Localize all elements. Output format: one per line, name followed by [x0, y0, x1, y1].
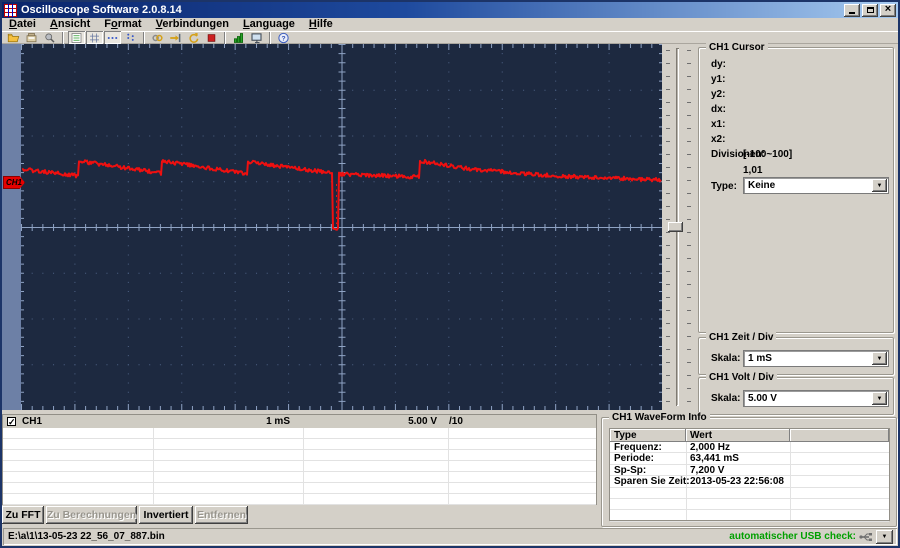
channel-table-empty-row[interactable] [3, 428, 596, 439]
slider-ticks-right [687, 50, 691, 404]
time-div-select[interactable]: 1 mS ▼ [743, 350, 889, 367]
legend-toggle-icon[interactable] [68, 31, 85, 44]
svg-text:?: ? [281, 35, 285, 42]
menu-hilfe[interactable]: Hilfe [302, 18, 340, 31]
connect-icon[interactable] [167, 31, 184, 44]
toolbar-separator [269, 31, 271, 44]
toolbar-separator [143, 31, 145, 44]
x2-label: x2: [711, 134, 726, 145]
usb-check-label: automatischer USB check: [729, 531, 856, 542]
menu-ansicht[interactable]: Ansicht [43, 18, 97, 31]
info-row[interactable] [610, 510, 889, 522]
maximize-icon[interactable] [862, 3, 878, 17]
info-row[interactable] [610, 488, 889, 499]
y2-label: y2: [711, 89, 726, 100]
info-row[interactable] [610, 499, 889, 511]
toolbar-separator [224, 31, 226, 44]
divisions-value: 1,01 [743, 165, 763, 176]
channel-checkbox[interactable]: ✓ [7, 417, 16, 427]
settings-icon[interactable] [41, 31, 58, 44]
entfernen-button[interactable]: Entfernen [195, 506, 248, 524]
skala-label: Skala: [711, 393, 741, 404]
dx-label: dx: [711, 104, 726, 115]
stop-icon[interactable] [203, 31, 220, 44]
channel-table-empty-row[interactable] [3, 439, 596, 450]
usb-check-dropdown[interactable]: ▼ [876, 529, 893, 544]
menu-verbindungen[interactable]: Verbindungen [149, 18, 236, 31]
channel-probe: /10 [449, 416, 463, 427]
group-title: CH1 Zeit / Div [706, 332, 777, 343]
channel-name: CH1 [22, 416, 43, 427]
close-icon[interactable]: × [880, 3, 896, 17]
app-icon [4, 3, 17, 17]
channel-voltdiv: 5.00 V [408, 416, 437, 427]
x1-label: x1: [711, 119, 726, 130]
chevron-down-icon[interactable]: ▼ [872, 179, 887, 192]
channel-table[interactable]: ✓ CH1 1 mS 5.00 V /10 [2, 414, 597, 505]
scope-plot[interactable] [21, 44, 662, 410]
info-row[interactable]: Periode: 63,441 mS [610, 453, 889, 465]
ch1-cursor-group: CH1 Cursor dy: y1: y2: dx: x1: x2: Divis… [698, 42, 894, 333]
ch1-waveform-info-group: CH1 WaveForm Info Type Wert Frequenz: 2,000… [601, 412, 897, 527]
group-title: CH1 Volt / Div [706, 372, 777, 383]
chevron-down-icon[interactable]: ▼ [872, 392, 887, 405]
export-device-icon[interactable] [23, 31, 40, 44]
info-column-header[interactable]: Wert [686, 429, 790, 442]
dy-label: dy: [711, 59, 726, 70]
channel-table-empty-row[interactable] [3, 483, 596, 494]
link-icon[interactable] [149, 31, 166, 44]
window-title: Oscilloscope Software 2.0.8.14 [21, 4, 182, 16]
open-folder-icon[interactable] [5, 31, 22, 44]
usb-icon [859, 532, 872, 541]
invertiert-button[interactable]: Invertiert [139, 506, 193, 524]
trigger-level-slider[interactable] [662, 44, 698, 410]
channel-table-empty-row[interactable] [3, 450, 596, 461]
group-title: CH1 WaveForm Info [609, 412, 710, 423]
channel-table-empty-row[interactable] [3, 472, 596, 483]
scope-left-margin [2, 44, 21, 410]
info-row[interactable]: Frequenz: 2,000 Hz [610, 442, 889, 454]
info-row[interactable]: Sp-Sp: 7,200 V [610, 465, 889, 477]
info-row[interactable]: Sparen Sie Zeit: 2013-05-23 22:56:08 [610, 476, 889, 488]
slider-thumb[interactable] [668, 222, 683, 232]
v-markers-toggle-icon[interactable] [122, 31, 139, 44]
help-icon[interactable]: ? [275, 31, 292, 44]
channel-timebase: 1 mS [266, 416, 290, 427]
ch1-volt-div-group: CH1 Volt / Div Skala: 5.00 V ▼ [698, 372, 894, 415]
info-column-header[interactable] [790, 429, 889, 442]
menu-datei[interactable]: Datei [2, 18, 43, 31]
group-title: CH1 Cursor [706, 42, 768, 53]
menu-bar: Datei Ansicht Format Verbindungen Language Hi… [2, 18, 898, 31]
type-label: Type: [711, 181, 737, 192]
waveform-info-table[interactable]: Type Wert Frequenz: 2,000 Hz Periode: 63,441 … [609, 428, 890, 522]
zu-berechnungen-button[interactable]: Zu Berechnungen [46, 506, 137, 524]
ch1-time-div-group: CH1 Zeit / Div Skala: 1 mS ▼ [698, 332, 894, 375]
chevron-down-icon[interactable]: ▼ [872, 352, 887, 365]
y1-label: y1: [711, 74, 726, 85]
refresh-icon[interactable] [185, 31, 202, 44]
cursor-type-select[interactable]: Keine ▼ [743, 177, 889, 194]
zu-fft-button[interactable]: Zu FFT [2, 506, 44, 524]
status-bar: E:\a\1\13-05-23 22_56_07_887.bin automat… [3, 528, 897, 545]
toolbar-separator [62, 31, 64, 44]
menu-format[interactable]: Format [97, 18, 148, 31]
menu-language[interactable]: Language [236, 18, 302, 31]
channel-table-empty-row[interactable] [3, 461, 596, 472]
divisions-range: [-100~100] [743, 149, 793, 160]
file-path: E:\a\1\13-05-23 22_56_07_887.bin [8, 531, 165, 542]
grid-toggle-icon[interactable] [86, 31, 103, 44]
export-chart-icon[interactable] [230, 31, 247, 44]
channel-table-empty-row[interactable] [3, 494, 596, 505]
channel-row-ch1[interactable]: ✓ CH1 1 mS 5.00 V /10 [3, 415, 596, 428]
h-markers-toggle-icon[interactable] [104, 31, 121, 44]
volt-div-select[interactable]: 5.00 V ▼ [743, 390, 889, 407]
display-icon[interactable] [248, 31, 265, 44]
title-bar[interactable]: Oscilloscope Software 2.0.8.14 × [2, 2, 898, 18]
minimize-icon[interactable] [844, 3, 860, 17]
skala-label: Skala: [711, 353, 741, 364]
info-column-header[interactable]: Type [610, 429, 686, 442]
